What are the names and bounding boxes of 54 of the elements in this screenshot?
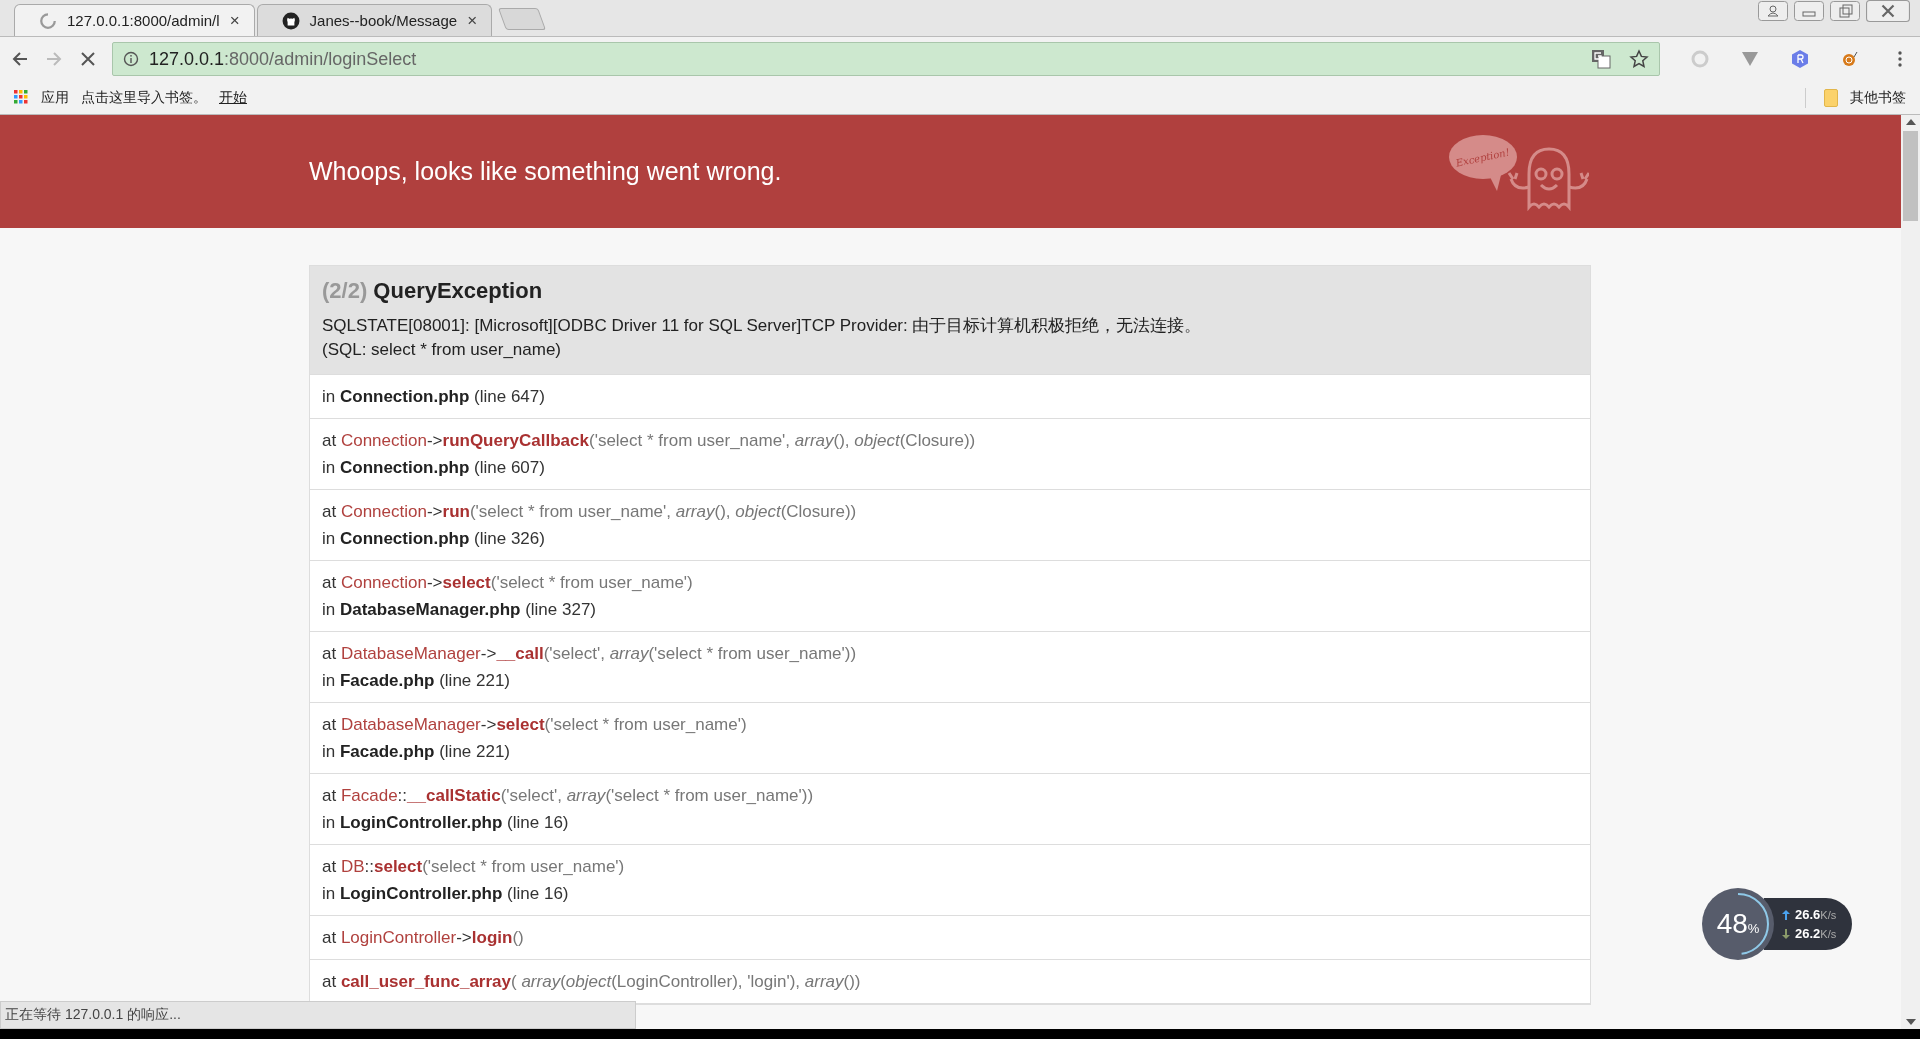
browser-tab[interactable]: 127.0.0.1:8000/admin/l × — [14, 4, 255, 36]
exception-message: SQLSTATE[08001]: [Microsoft][ODBC Driver 11 for SQL Server]TCP Provider: 由于目标计算机积极拒绝，无法连接。 — [322, 315, 1203, 337]
bookmark-link[interactable]: 应用 — [41, 88, 69, 107]
download-speed: 26.2K/s — [1795, 926, 1837, 941]
trace-call: at DatabaseManager->select('select * from user_name') — [322, 714, 748, 736]
trace-call: at Facade::__callStatic('select', array('select * from user_name')) — [322, 785, 815, 807]
trace-location: in Facade.php (line 221) — [322, 670, 512, 692]
scrollbar[interactable] — [1901, 115, 1920, 1029]
close-icon[interactable]: × — [229, 10, 240, 31]
trace-call: at Connection->select('select * from user_name') — [322, 572, 694, 594]
cpu-gauge: 48% — [1702, 888, 1774, 960]
upload-speed: 26.6K/s — [1795, 907, 1837, 922]
info-icon — [123, 51, 139, 67]
minimize-icon[interactable] — [1794, 0, 1824, 22]
status-bar: 正在等待 127.0.0.1 的响应... — [0, 1001, 636, 1029]
address-field[interactable]: 127.0.0.1:8000/admin/loginSelect — [112, 42, 1660, 76]
bookmark-hint: 点击这里导入书签。 — [81, 88, 207, 107]
user-icon[interactable] — [1758, 0, 1788, 22]
trace-call: at call_user_func_array( array(object(LoginController), 'login'), array()) — [322, 971, 862, 993]
trace-call: at DatabaseManager->__call('select', array('select * from user_name')) — [322, 643, 858, 665]
new-tab-button[interactable] — [498, 8, 547, 30]
trace-call: at Connection->run('select * from user_name', array(), object(Closure)) — [322, 501, 858, 523]
apps-grid-icon[interactable] — [14, 90, 29, 105]
trace-location: in Connection.php (line 607) — [322, 457, 546, 479]
close-icon[interactable] — [1866, 0, 1910, 22]
scroll-up-icon[interactable] — [1905, 119, 1916, 125]
tab-title: Janes--book/Message — [309, 12, 458, 29]
loading-spinner-icon — [39, 11, 57, 30]
trace-call: at DB::select('select * from user_name') — [322, 856, 626, 878]
tab-title: 127.0.0.1:8000/admin/l — [67, 12, 220, 29]
other-bookmarks[interactable]: 其他书签 — [1850, 88, 1906, 107]
start-link[interactable]: 开始 — [219, 88, 247, 107]
scrollbar-thumb[interactable] — [1903, 131, 1918, 221]
down-arrow-icon — [1782, 928, 1790, 939]
trace-location: in Connection.php (line 326) — [322, 528, 546, 550]
trace-location: in LoginController.php (line 16) — [322, 812, 570, 834]
trace-location: in DatabaseManager.php (line 327) — [322, 599, 598, 621]
star-icon[interactable] — [1629, 49, 1649, 69]
scroll-down-icon[interactable] — [1905, 1019, 1916, 1025]
translate-icon[interactable] — [1591, 49, 1611, 69]
folder-icon[interactable] — [1824, 88, 1838, 107]
up-arrow-icon — [1782, 909, 1790, 920]
trace-call: at LoginController->login() — [322, 927, 525, 949]
exception-title: (2/2) QueryException — [322, 278, 544, 304]
hexagon-r-icon[interactable] — [1790, 49, 1810, 69]
trace-call: at Connection->runQueryCallback('select * from user_name', array(), object(Closure)) — [322, 430, 977, 452]
trace-location: in Facade.php (line 221) — [322, 741, 512, 763]
trace-location: in Connection.php (line 647) — [322, 386, 546, 408]
close-icon[interactable]: × — [467, 10, 478, 31]
restore-icon[interactable] — [1830, 0, 1860, 22]
trace-location: in LoginController.php (line 16) — [322, 883, 570, 905]
error-headline: Whoops, looks like something went wrong. — [309, 157, 782, 186]
browser-tab[interactable]: Janes--book/Message × — [256, 4, 493, 36]
exception-sql: (SQL: select * from user_name) — [322, 339, 563, 361]
